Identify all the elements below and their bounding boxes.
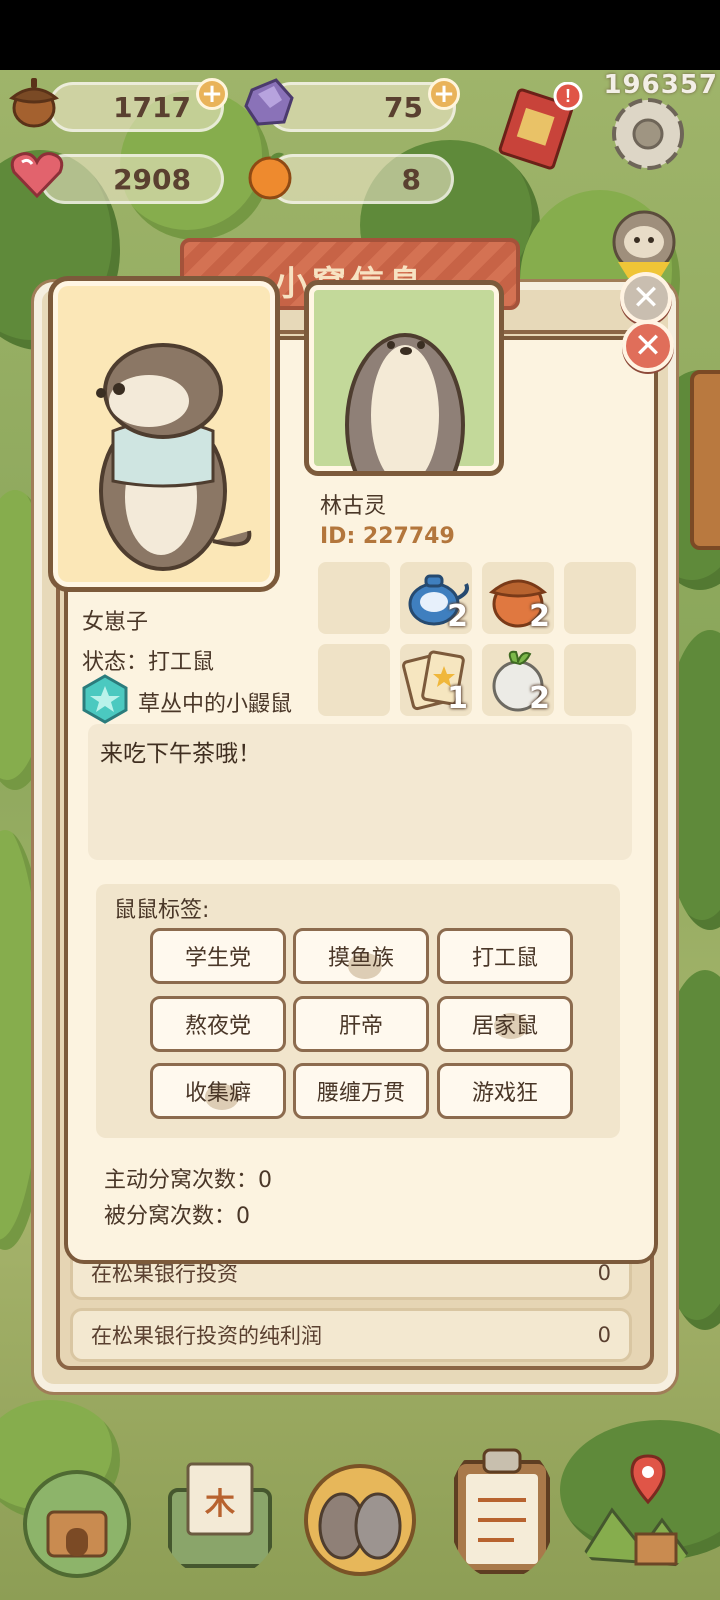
otter-avatar — [345, 333, 465, 517]
tag-button[interactable]: 收集癖 — [150, 1063, 286, 1119]
active-split-count: 主动分窝次数：0 — [104, 1168, 272, 1193]
tag-button[interactable]: 游戏狂 — [437, 1063, 573, 1119]
player-status: 状态：打工鼠 — [82, 650, 215, 675]
item-slot-empty — [564, 562, 636, 634]
item-slot-cards[interactable]: 1 — [400, 644, 472, 716]
cards-count: 1 — [447, 681, 468, 716]
star-badge-icon — [82, 674, 128, 724]
other-player-name: 林古灵 — [320, 494, 387, 519]
add-acorn-button[interactable]: + — [196, 78, 228, 110]
other-player-id: ID: 227749 — [320, 524, 455, 549]
turnip-count: 2 — [529, 681, 550, 716]
otter-sweater-avatar — [96, 343, 252, 571]
item-slot-turnip[interactable]: 2 — [482, 644, 554, 716]
heart-icon — [10, 152, 64, 199]
tag-button[interactable]: 打工鼠 — [437, 928, 573, 984]
tags-title: 鼠鼠标签: — [114, 898, 210, 923]
acorn-item-count: 2 — [529, 599, 550, 634]
add-crystal-button[interactable]: + — [428, 78, 460, 110]
mail-nav-icon[interactable]: 木 — [160, 1450, 280, 1580]
self-otter-portrait — [48, 276, 280, 592]
tag-button[interactable]: 熬夜党 — [150, 996, 286, 1052]
svg-text:木: 木 — [204, 1488, 235, 1521]
home-nav-icon[interactable] — [18, 1462, 136, 1580]
item-slot-empty — [564, 644, 636, 716]
tag-button[interactable]: 腰缠万贯 — [293, 1063, 429, 1119]
other-otter-portrait — [304, 280, 504, 517]
friends-nav-icon[interactable] — [302, 1440, 418, 1580]
crystal-icon — [244, 78, 294, 126]
item-slot-teapot[interactable]: 2 — [400, 562, 472, 634]
self-player-name: 女崽子 — [82, 610, 149, 635]
tag-button[interactable]: 摸鱼族 — [293, 928, 429, 984]
tasks-clipboard-icon[interactable] — [448, 1440, 556, 1580]
sloth-npc-icon[interactable] — [604, 200, 684, 280]
bank-profit-value: 0 — [597, 1323, 611, 1347]
map-nav-icon[interactable] — [572, 1440, 702, 1580]
message-text: 来吃下午茶哦！ — [100, 741, 261, 767]
svg-text:!: ! — [565, 86, 571, 106]
close-icon[interactable]: ✕ — [622, 320, 674, 372]
tag-button[interactable]: 肝帝 — [293, 996, 429, 1052]
passive-split-count: 被分窝次数：0 — [104, 1204, 250, 1229]
event-envelope-icon[interactable]: ! — [492, 82, 584, 174]
item-slot-empty — [318, 562, 390, 634]
bank-profit-label: 在松果银行投资的纯利润 — [91, 1324, 322, 1348]
item-slot-empty — [318, 644, 390, 716]
tag-button[interactable]: 居家鼠 — [437, 996, 573, 1052]
acorn-icon — [9, 78, 59, 128]
teapot-count: 2 — [447, 599, 468, 634]
settings-gear-icon[interactable] — [606, 92, 690, 176]
heart-counter: 2908 — [40, 154, 224, 204]
bank-investment-value: 0 — [597, 1261, 611, 1285]
title-badge-text: 草丛中的小鼹鼠 — [138, 692, 293, 717]
bank-profit-row: 在松果银行投资的纯利润 0 — [70, 1308, 632, 1362]
back-panel-close-button[interactable]: ✕ — [620, 272, 672, 324]
orange-icon — [248, 152, 292, 200]
item-slot-acorn[interactable]: 2 — [482, 562, 554, 634]
tag-button[interactable]: 学生党 — [150, 928, 286, 984]
